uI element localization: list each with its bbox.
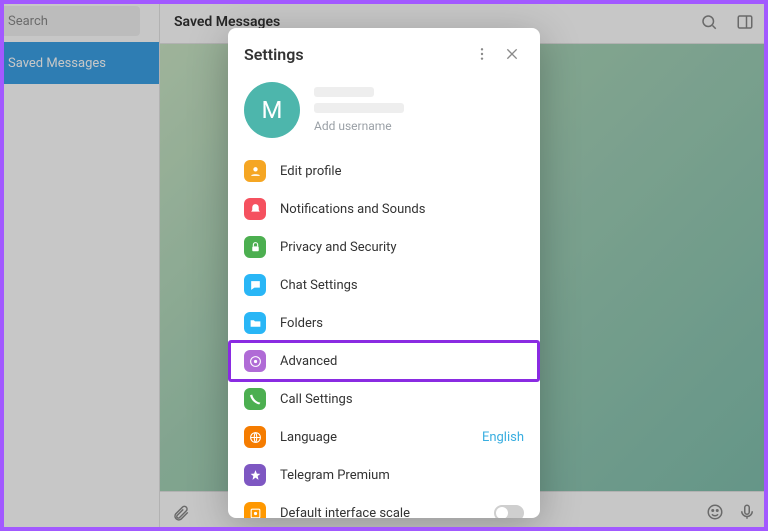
chat-settings-icon [244, 274, 266, 296]
menu-label: Advanced [280, 354, 524, 369]
settings-item-edit-profile[interactable]: Edit profile [228, 152, 540, 190]
menu-label: Edit profile [280, 164, 524, 179]
settings-modal: Settings M Add username [228, 28, 540, 518]
folders-icon [244, 312, 266, 334]
language-icon [244, 426, 266, 448]
privacy-icon [244, 236, 266, 258]
menu-label: Telegram Premium [280, 468, 524, 483]
settings-item-calls[interactable]: Call Settings [228, 380, 540, 418]
menu-label: Chat Settings [280, 278, 524, 293]
profile-info: Add username [314, 87, 524, 133]
premium-icon [244, 464, 266, 486]
menu-label: Privacy and Security [280, 240, 524, 255]
modal-overlay[interactable]: Settings M Add username [0, 0, 768, 531]
settings-item-premium[interactable]: Telegram Premium [228, 456, 540, 494]
settings-item-scale[interactable]: Default interface scale [228, 494, 540, 518]
notifications-icon [244, 198, 266, 220]
call-settings-icon [244, 388, 266, 410]
edit-profile-icon [244, 160, 266, 182]
profile-section[interactable]: M Add username [228, 74, 540, 152]
menu-label: Language [280, 430, 482, 445]
profile-name-redacted [314, 87, 374, 97]
settings-item-advanced[interactable]: Advanced [228, 342, 540, 380]
avatar: M [244, 82, 300, 138]
settings-title: Settings [244, 45, 464, 64]
menu-label: Call Settings [280, 392, 524, 407]
advanced-icon [244, 350, 266, 372]
menu-label: Notifications and Sounds [280, 202, 524, 217]
more-icon[interactable] [470, 42, 494, 66]
settings-item-privacy[interactable]: Privacy and Security [228, 228, 540, 266]
scale-toggle[interactable] [494, 505, 524, 518]
profile-phone-redacted [314, 103, 404, 113]
app-window: Search Saved Messages Saved Messages [0, 0, 768, 531]
add-username[interactable]: Add username [314, 119, 524, 133]
close-icon[interactable] [500, 42, 524, 66]
language-value: English [482, 430, 524, 445]
settings-item-notifications[interactable]: Notifications and Sounds [228, 190, 540, 228]
settings-item-chat[interactable]: Chat Settings [228, 266, 540, 304]
scale-icon [244, 502, 266, 518]
settings-item-language[interactable]: Language English [228, 418, 540, 456]
settings-item-folders[interactable]: Folders [228, 304, 540, 342]
menu-label: Folders [280, 316, 524, 331]
settings-header: Settings [228, 28, 540, 74]
menu-label: Default interface scale [280, 506, 494, 519]
